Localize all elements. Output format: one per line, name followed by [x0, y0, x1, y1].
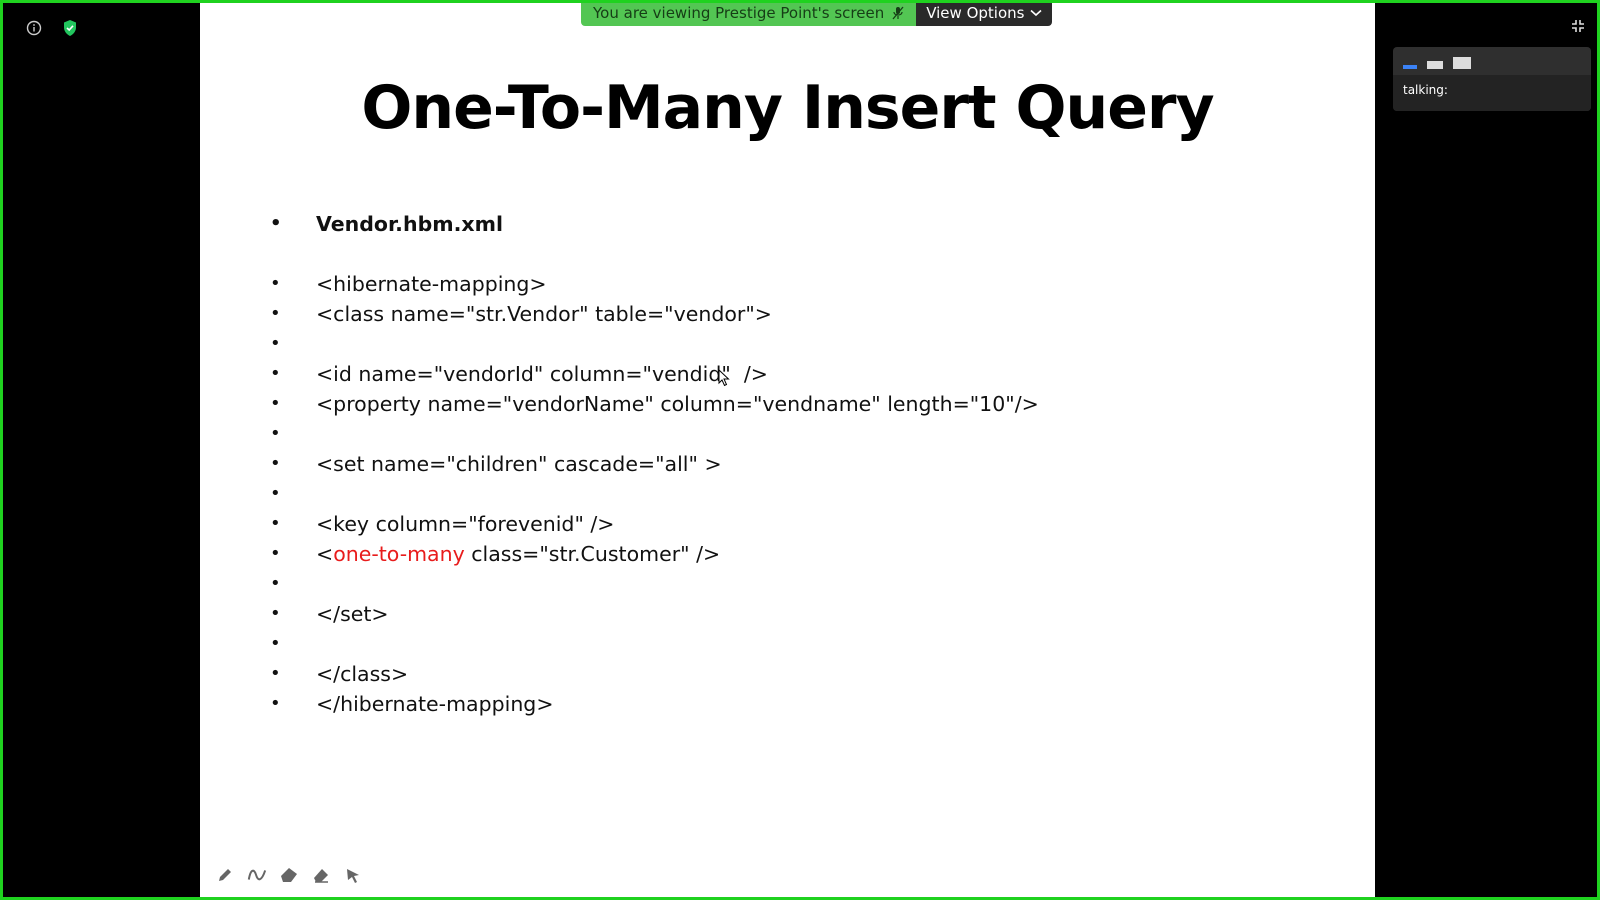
bullet-dot: •: [270, 603, 281, 624]
stamp-icon[interactable]: [279, 865, 299, 885]
list-item: • </hibernate-mapping>: [268, 689, 1039, 719]
bullet-dot: •: [270, 423, 281, 444]
bullet-dot: •: [270, 663, 281, 684]
list-item: • <class name="str.Vendor" table="vendor"…: [268, 299, 1039, 329]
talking-label: talking:: [1403, 83, 1448, 97]
minimize-view-icon[interactable]: [1403, 65, 1417, 69]
list-item: •: [268, 329, 1039, 359]
bullet-dot: •: [270, 693, 281, 714]
code-line: <property name="vendorName" column="vend…: [316, 392, 1039, 416]
annotation-toolbar: [215, 865, 363, 885]
bullet-list: • Vendor.hbm.xml • <hibernate-mapping> • <c…: [268, 209, 1039, 719]
code-line: <set name="children" cascade="all" >: [316, 452, 722, 476]
muted-mic-icon: [892, 6, 904, 20]
shield-check-icon[interactable]: [59, 17, 81, 39]
bullet-dot: •: [270, 393, 281, 414]
list-item: • <hibernate-mapping>: [268, 269, 1039, 299]
list-item: •: [268, 419, 1039, 449]
chevron-down-icon: [1030, 9, 1042, 17]
list-item: • </class>: [268, 659, 1039, 689]
squiggle-icon[interactable]: [247, 865, 267, 885]
bullet-dot: •: [270, 333, 281, 354]
code-line: <id name="vendorId" column="vendid" />: [316, 362, 768, 386]
exit-fullscreen-icon[interactable]: [1567, 15, 1589, 37]
bullet-dot: •: [270, 483, 281, 504]
code-line: </set>: [316, 602, 389, 626]
bullet-dot: •: [270, 573, 281, 594]
list-item: • < one-to-many class="str.Customer" />: [268, 539, 1039, 569]
mouse-cursor-icon: [718, 368, 730, 391]
list-spacer: [268, 239, 1039, 269]
pointer-icon[interactable]: [343, 865, 363, 885]
list-item: •: [268, 569, 1039, 599]
screen-share-banner: You are viewing Prestige Point's screen …: [581, 3, 1053, 26]
bullet-dot: •: [270, 363, 281, 384]
shared-slide: One-To-Many Insert Query • Vendor.hbm.xml…: [200, 3, 1375, 897]
code-line: <key column="forevenid" />: [316, 512, 615, 536]
list-item: • <set name="children" cascade="all" >: [268, 449, 1039, 479]
list-item: •: [268, 629, 1039, 659]
pen-icon[interactable]: [215, 865, 235, 885]
one-to-many-suffix: class="str.Customer" />: [464, 542, 721, 566]
list-item: • <key column="forevenid" />: [268, 509, 1039, 539]
code-line: </class>: [316, 662, 409, 686]
list-item: • Vendor.hbm.xml: [268, 209, 1039, 239]
bullet-dot: •: [270, 633, 281, 654]
list-item: • </set>: [268, 599, 1039, 629]
code-line: <hibernate-mapping>: [316, 272, 547, 296]
one-to-many-prefix: <: [316, 542, 334, 566]
bullet-dot: •: [270, 543, 281, 564]
bullet-dot: •: [270, 453, 281, 474]
top-left-icons: [23, 17, 81, 39]
file-label: Vendor.hbm.xml: [316, 212, 504, 236]
one-to-many-keyword: one-to-many: [333, 542, 465, 566]
bullet-dot: •: [270, 213, 282, 234]
info-icon[interactable]: [23, 17, 45, 39]
talking-bar: talking:: [1393, 75, 1591, 111]
speaker-panel[interactable]: talking:: [1393, 47, 1591, 111]
bullet-dot: •: [270, 303, 281, 324]
list-item: •: [268, 479, 1039, 509]
slide-title: One-To-Many Insert Query: [361, 73, 1214, 143]
large-view-icon[interactable]: [1453, 57, 1471, 69]
bullet-dot: •: [270, 513, 281, 534]
code-line: <class name="str.Vendor" table="vendor">: [316, 302, 772, 326]
viewing-text: You are viewing Prestige Point's screen: [593, 4, 885, 22]
list-item: • <id name="vendorId" column="vendid" />: [268, 359, 1039, 389]
view-mode-tabs: [1393, 47, 1591, 69]
code-line: </hibernate-mapping>: [316, 692, 554, 716]
list-item: • <property name="vendorName" column="ven…: [268, 389, 1039, 419]
viewing-notice: You are viewing Prestige Point's screen: [581, 3, 917, 26]
screen-share-frame: One-To-Many Insert Query • Vendor.hbm.xml…: [0, 0, 1600, 900]
eraser-icon[interactable]: [311, 865, 331, 885]
view-options-button[interactable]: View Options: [916, 3, 1053, 26]
small-view-icon[interactable]: [1427, 61, 1443, 69]
view-options-label: View Options: [926, 4, 1025, 22]
bullet-dot: •: [270, 273, 281, 294]
